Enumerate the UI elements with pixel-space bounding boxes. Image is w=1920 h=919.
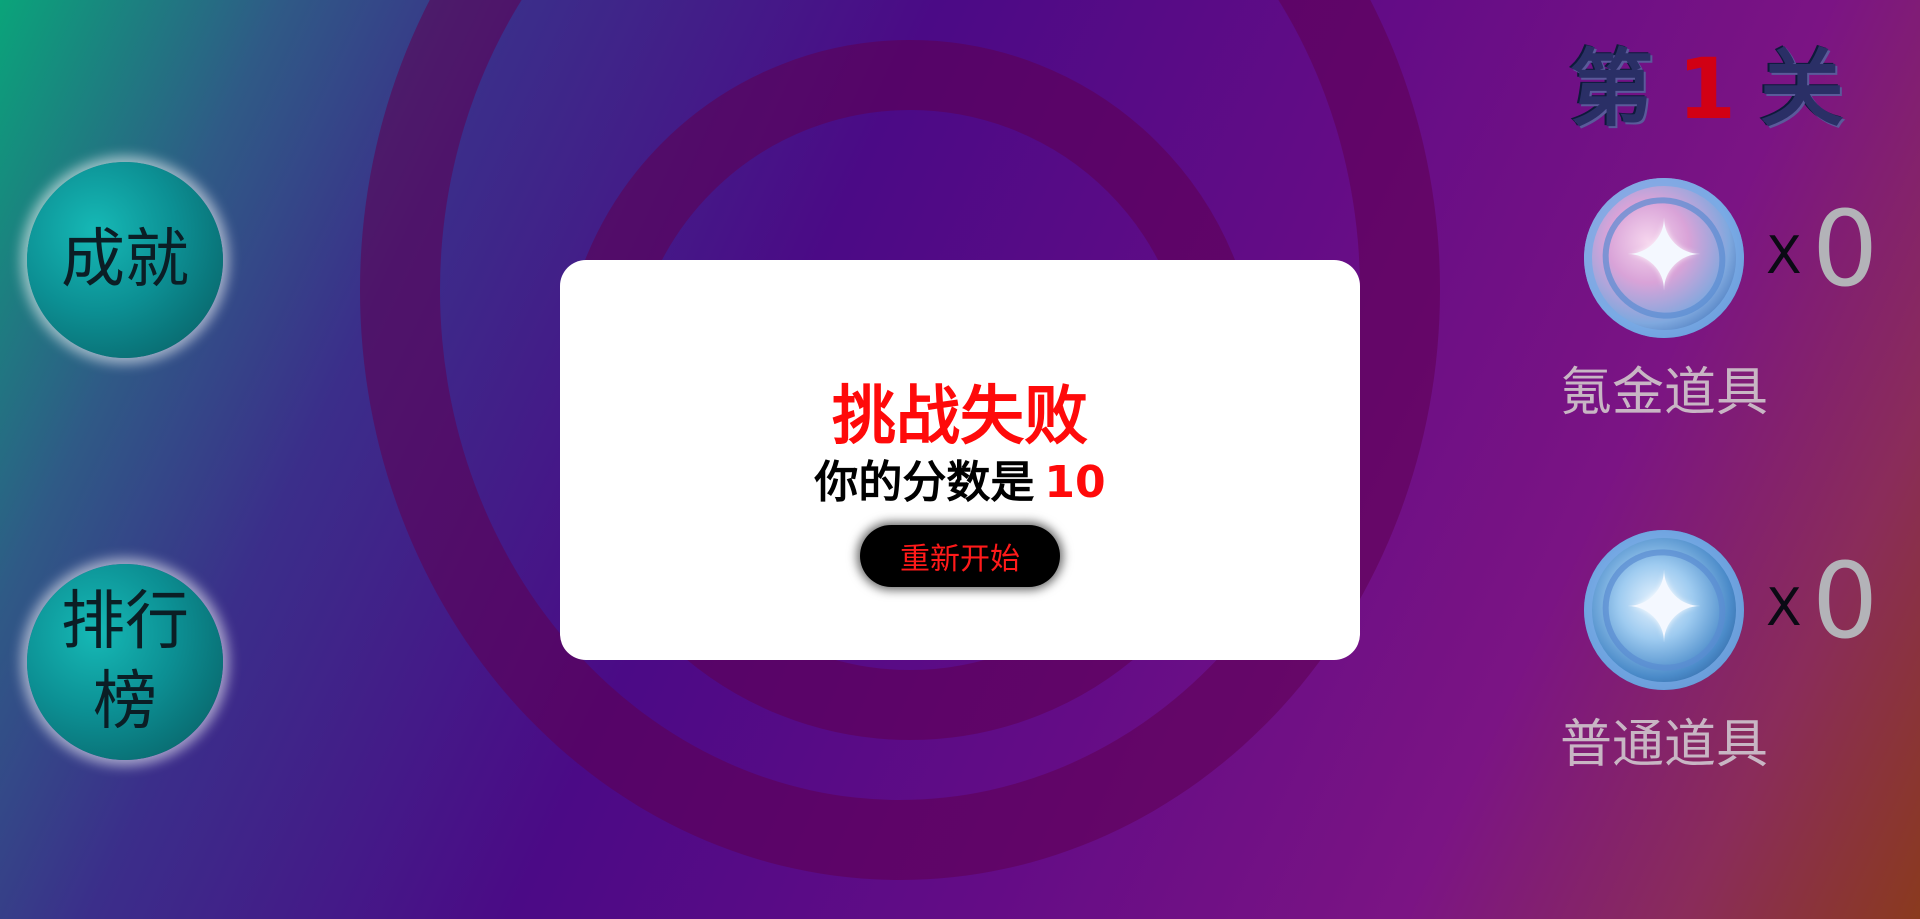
item-times-symbol: X <box>1766 578 1802 638</box>
leaderboard-button[interactable]: 排行榜 <box>27 564 223 760</box>
achievements-label: 成就 <box>61 223 189 297</box>
level-prefix: 第 <box>1569 40 1660 138</box>
achievements-button[interactable]: 成就 <box>27 162 223 358</box>
score-value: 10 <box>1044 457 1106 508</box>
premium-item-count: 0 <box>1812 188 1879 310</box>
leaderboard-label: 排行榜 <box>61 585 189 739</box>
star-icon: ✦ <box>1623 200 1705 312</box>
premium-item[interactable]: ✦ X 0 氪金道具 <box>1554 173 1884 423</box>
normal-item-count: 0 <box>1812 540 1879 662</box>
star-icon: ✦ <box>1623 552 1705 664</box>
level-number: 1 <box>1677 40 1742 138</box>
normal-item-label: 普通道具 <box>1559 715 1768 775</box>
score-line: 你的分数是 10 <box>560 446 1360 510</box>
normal-item[interactable]: ✦ X 0 普通道具 <box>1554 525 1884 775</box>
premium-item-label: 氪金道具 <box>1559 363 1768 423</box>
item-times-symbol: X <box>1766 226 1802 286</box>
level-suffix: 关 <box>1759 40 1850 138</box>
restart-button[interactable]: 重新开始 <box>860 525 1060 587</box>
score-prefix: 你的分数是 <box>814 457 1035 508</box>
game-over-dialog: 挑战失败 你的分数是 10 重新开始 <box>560 260 1360 660</box>
dialog-title: 挑战失败 <box>832 380 1088 454</box>
level-indicator: 第1关 <box>1570 22 1850 143</box>
